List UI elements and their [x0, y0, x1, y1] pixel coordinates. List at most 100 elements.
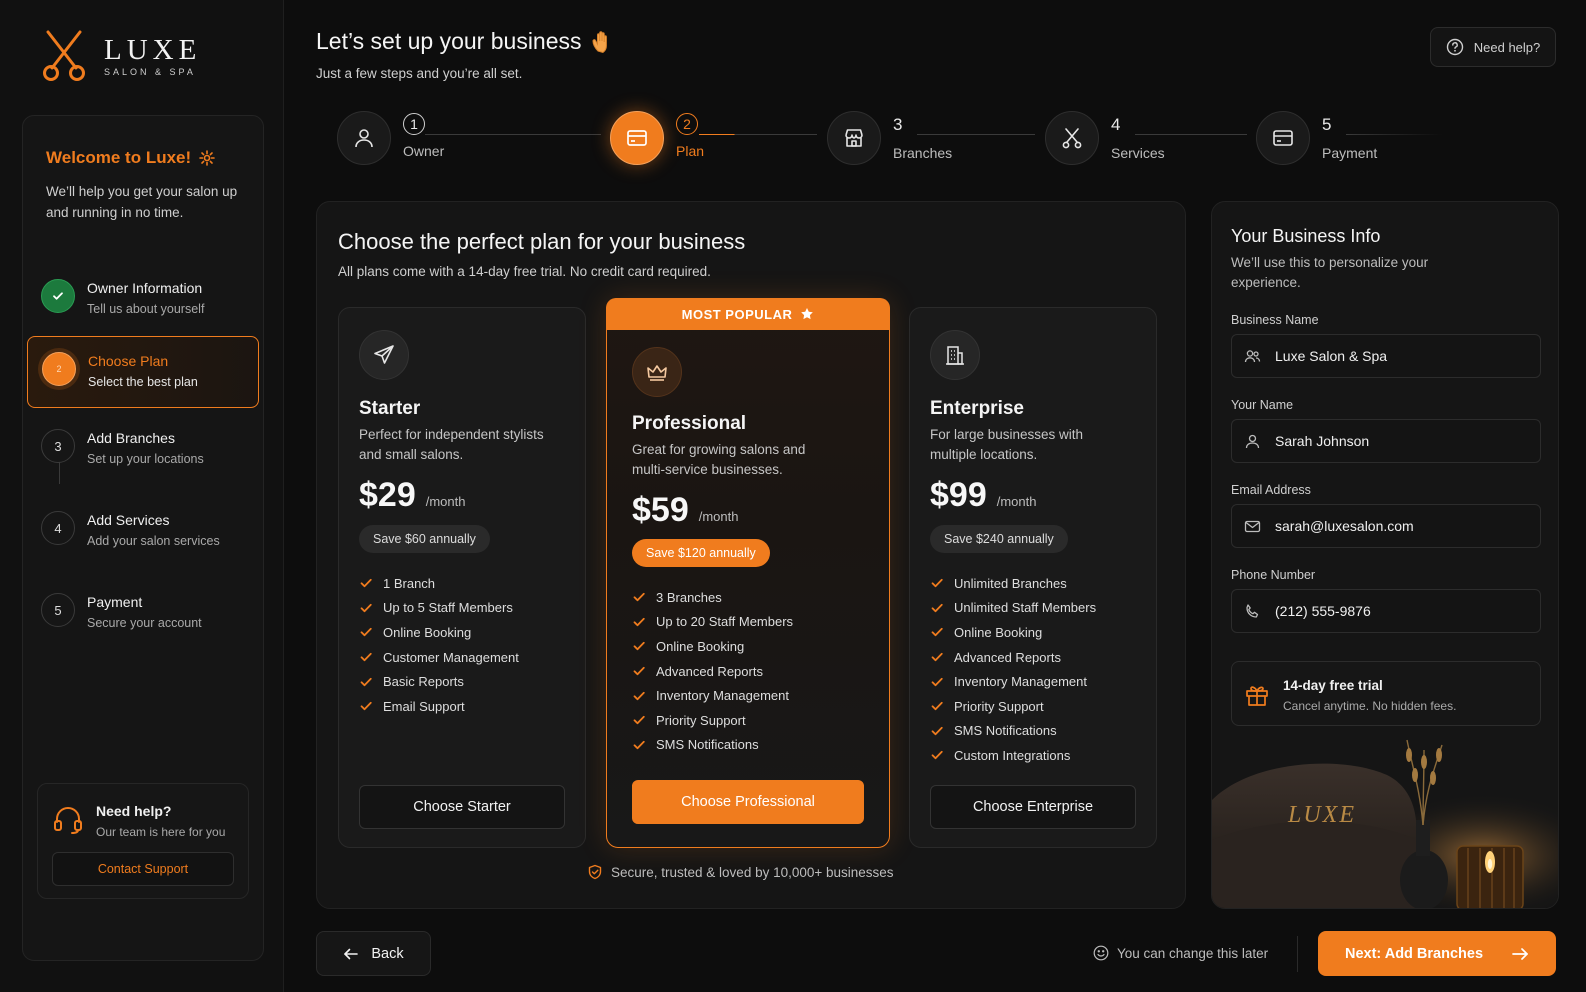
- price-period: /month: [698, 509, 739, 524]
- stepper-step-owner[interactable]: 1 Owner: [337, 111, 444, 165]
- step-number: 2: [42, 352, 76, 386]
- waving-hand-icon: [592, 30, 607, 53]
- feature-item: SMS Notifications: [632, 733, 793, 758]
- stepper-connector: [1346, 134, 1442, 135]
- plan-name: Professional: [632, 413, 747, 434]
- card-icon: [610, 111, 664, 165]
- check-icon: [633, 642, 645, 651]
- stepper-step-payment[interactable]: 5 Payment: [1256, 111, 1377, 165]
- need-help-button[interactable]: Need help?: [1430, 27, 1556, 67]
- need-help-label: Need help?: [1473, 39, 1541, 55]
- check-icon: [931, 603, 943, 613]
- check-icon: [41, 279, 75, 313]
- help-subtitle: Our team is here for you: [96, 825, 226, 839]
- feature-list: Unlimited Branches Unlimited Staff Member…: [930, 571, 1096, 768]
- feature-text: Basic Reports: [383, 674, 464, 690]
- free-trial-box: 14-day free trial Cancel anytime. No hid…: [1231, 661, 1541, 726]
- plan-description: For large businesses with multiple locat…: [930, 427, 1084, 462]
- feature-item: Unlimited Staff Members: [930, 596, 1096, 621]
- feature-text: Priority Support: [954, 698, 1044, 714]
- feature-text: Online Booking: [656, 638, 745, 654]
- step-title: Choose Plan: [88, 353, 169, 369]
- building-icon: [930, 330, 980, 380]
- feature-text: Advanced Reports: [656, 663, 763, 679]
- check-icon: [633, 740, 645, 750]
- step-subtitle: Secure your account: [87, 616, 202, 630]
- contact-support-button[interactable]: Contact Support: [52, 852, 234, 886]
- check-icon: [633, 617, 645, 627]
- check-icon: [633, 716, 645, 725]
- sidebar-step-branches[interactable]: 3 Add Branches Set up your locations: [41, 416, 247, 480]
- email-label: Email Address: [1231, 483, 1311, 497]
- savings-badge: Save $120 annually: [632, 539, 770, 567]
- salon-branding-photo: LUXE: [1212, 730, 1558, 908]
- setup-stepper: 1 Owner 2 Plan 3 Branches 4 Services 5 P…: [337, 111, 1457, 171]
- trust-text: Secure, trusted & loved by 10,000+ busin…: [611, 864, 894, 880]
- brand-name: LUXE: [104, 34, 202, 66]
- back-button[interactable]: Back: [316, 931, 431, 976]
- check-icon: [360, 603, 372, 613]
- feature-item: Online Booking: [632, 634, 793, 659]
- price-amount: $29: [359, 476, 416, 514]
- sidebar-step-plan[interactable]: 2 Choose Plan Select the best plan: [27, 336, 259, 408]
- plan-name: Enterprise: [930, 398, 1024, 419]
- feature-text: 1 Branch: [383, 575, 436, 591]
- step-title: Add Services: [87, 512, 170, 528]
- page-title: Let’s set up your business: [316, 28, 616, 55]
- plan-card-professional[interactable]: MOST POPULAR Professional Great for grow…: [606, 298, 890, 848]
- phone-value: (212) 555-9876: [1275, 603, 1371, 619]
- brand-tagline: SALON & SPA: [104, 67, 196, 77]
- brand-logo[interactable]: LUXE SALON & SPA: [42, 30, 201, 82]
- feature-item: Up to 20 Staff Members: [632, 610, 793, 635]
- step-title: Add Branches: [87, 430, 175, 446]
- feature-text: Priority Support: [656, 712, 746, 728]
- feature-text: SMS Notifications: [656, 737, 759, 753]
- paper-plane-icon: [359, 330, 409, 380]
- email-value: sarah@luxesalon.com: [1275, 518, 1414, 534]
- plan-price: $59 /month: [632, 491, 738, 530]
- feature-list: 3 Branches Up to 20 Staff Members Online B…: [632, 585, 793, 757]
- page-subtitle: Just a few steps and you’re all set.: [316, 66, 523, 81]
- user-icon: [337, 111, 391, 165]
- choose-starter-button[interactable]: Choose Starter: [359, 785, 565, 829]
- next-add-branches-button[interactable]: Next: Add Branches: [1318, 931, 1556, 976]
- feature-list: 1 Branch Up to 5 Staff Members Online Book…: [359, 571, 519, 719]
- email-field[interactable]: sarah@luxesalon.com: [1231, 504, 1541, 548]
- stepper-step-services[interactable]: 4 Services: [1045, 111, 1165, 165]
- plan-card-starter[interactable]: Starter Perfect for independent stylists…: [338, 307, 586, 848]
- check-icon: [633, 593, 645, 602]
- feature-text: Unlimited Branches: [954, 575, 1067, 591]
- feature-text: SMS Notifications: [954, 723, 1057, 739]
- plans-subtitle: All plans come with a 14-day free trial.…: [338, 264, 711, 279]
- your-name-value: Sarah Johnson: [1275, 433, 1370, 449]
- check-icon: [360, 702, 372, 711]
- choose-professional-button[interactable]: Choose Professional: [632, 780, 864, 824]
- plan-card-enterprise[interactable]: Enterprise For large businesses with mul…: [909, 307, 1157, 848]
- business-info-subtitle: We’ll use this to personalize your exper…: [1231, 255, 1429, 290]
- sidebar-step-owner[interactable]: Owner Information Tell us about yourself: [41, 266, 247, 330]
- phone-label: Phone Number: [1231, 568, 1316, 582]
- phone-field[interactable]: (212) 555-9876: [1231, 589, 1541, 633]
- choose-enterprise-button[interactable]: Choose Enterprise: [930, 785, 1136, 829]
- headset-icon: [54, 807, 82, 834]
- business-name-field[interactable]: Luxe Salon & Spa: [1231, 334, 1541, 378]
- sidebar-step-payment[interactable]: 5 Payment Secure your account: [41, 580, 247, 644]
- stepper-connector: [425, 134, 601, 135]
- stepper-step-plan[interactable]: 2 Plan: [610, 111, 704, 165]
- scissors-icon: [1045, 111, 1099, 165]
- plan-description: Perfect for independent stylists and sma…: [359, 427, 544, 462]
- stepper-number: 2: [676, 113, 698, 135]
- feature-item: Priority Support: [632, 708, 793, 733]
- plan-price: $99 /month: [930, 476, 1036, 515]
- trust-note: Secure, trusted & loved by 10,000+ busin…: [587, 864, 894, 880]
- feature-text: Custom Integrations: [954, 747, 1071, 763]
- page-title-text: Let’s set up your business: [316, 28, 582, 54]
- store-icon: [827, 111, 881, 165]
- step-subtitle: Set up your locations: [87, 452, 204, 466]
- stepper-step-branches[interactable]: 3 Branches: [827, 111, 952, 165]
- business-info-panel: Your Business Info We’ll use this to per…: [1211, 201, 1559, 909]
- sidebar-step-services[interactable]: 4 Add Services Add your salon services: [41, 498, 247, 562]
- your-name-field[interactable]: Sarah Johnson: [1231, 419, 1541, 463]
- stepper-label: Plan: [676, 143, 705, 159]
- check-icon: [931, 579, 943, 588]
